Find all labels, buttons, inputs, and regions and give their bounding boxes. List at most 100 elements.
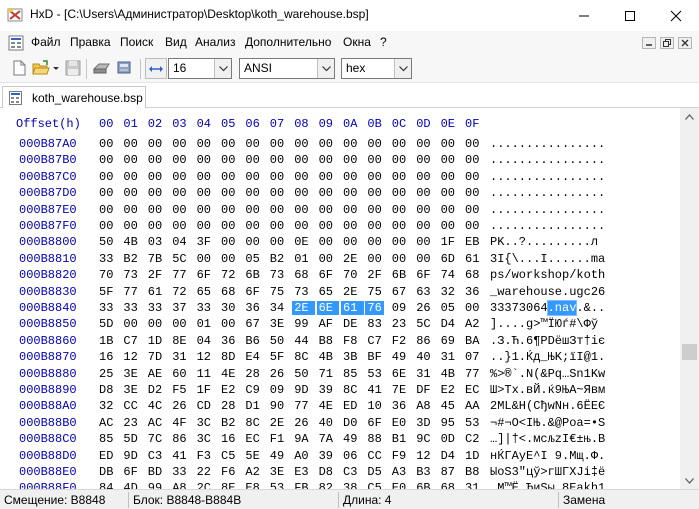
hex-byte[interactable]: C3 <box>343 465 357 479</box>
hex-row[interactable]: 000B8870 16 12 7D 31 12 8D E4 5F 8C 4B 3B BF 49 40 31 07… <box>0 350 680 366</box>
hex-byte[interactable]: E4 <box>245 350 259 364</box>
hex-byte[interactable]: 7D <box>148 350 162 364</box>
hex-byte[interactable]: BA <box>465 334 479 348</box>
hex-byte[interactable]: 4B <box>319 350 333 364</box>
hex-byte[interactable]: 31 <box>416 367 430 381</box>
hex-byte[interactable]: 8C <box>294 350 308 364</box>
hex-byte[interactable]: 95 <box>441 416 455 430</box>
hex-byte[interactable]: C5 <box>367 481 381 489</box>
hex-byte[interactable]: E8 <box>245 481 259 489</box>
hex-byte[interactable]: 3E <box>270 465 284 479</box>
hex-byte[interactable]: 12 <box>416 449 430 463</box>
hex-byte[interactable]: E3 <box>294 465 308 479</box>
ascii-text[interactable]: ................ <box>490 219 605 233</box>
hex-byte[interactable]: D4 <box>441 449 455 463</box>
hex-byte[interactable]: 00 <box>367 203 381 217</box>
hex-byte[interactable]: D8 <box>319 465 333 479</box>
hex-byte[interactable]: 00 <box>99 153 113 167</box>
hex-byte[interactable]: 8C <box>245 416 259 430</box>
hex-byte[interactable]: 00 <box>416 219 430 233</box>
hex-row[interactable]: 000B8860 1B C7 1D 8E 04 36 B6 50 44 B8 F8 C7 F2 86 69 BA… <box>0 334 680 350</box>
hex-byte[interactable]: 68 <box>465 268 479 282</box>
hex-byte[interactable]: 72 <box>221 268 235 282</box>
hex-byte[interactable]: 33 <box>172 465 186 479</box>
hex-byte[interactable]: 00 <box>123 153 137 167</box>
hex-byte[interactable]: 36 <box>221 334 235 348</box>
tab-koth-warehouse[interactable]: koth_warehouse.bsp <box>2 86 146 109</box>
hex-byte[interactable]: A2 <box>465 317 479 331</box>
hex-byte[interactable]: B3 <box>416 465 430 479</box>
hex-byte[interactable]: F1 <box>270 432 284 446</box>
hex-byte[interactable]: DF <box>416 383 430 397</box>
hex-byte[interactable]: EC <box>245 432 259 446</box>
hex-byte[interactable]: 33 <box>197 301 211 315</box>
hex-byte[interactable]: 00 <box>221 153 235 167</box>
hex-byte[interactable]: 00 <box>148 186 162 200</box>
ascii-text[interactable]: 3I{\...I......ma <box>490 252 605 266</box>
hex-byte[interactable]: 00 <box>367 137 381 151</box>
hex-byte[interactable]: 00 <box>172 170 186 184</box>
hex-byte[interactable]: 05 <box>245 252 259 266</box>
hex-byte[interactable]: 2E <box>292 301 315 315</box>
hex-byte[interactable]: 00 <box>343 137 357 151</box>
hex-byte[interactable]: 12 <box>197 350 211 364</box>
hex-byte[interactable]: 33 <box>99 252 113 266</box>
hex-byte[interactable]: 03 <box>148 235 162 249</box>
hex-byte[interactable]: 00 <box>392 219 406 233</box>
hex-byte[interactable]: E2 <box>221 383 235 397</box>
offset-base-select[interactable]: hex <box>341 58 412 79</box>
hex-byte[interactable]: 6D <box>441 252 455 266</box>
hex-byte[interactable]: 00 <box>465 219 479 233</box>
hex-byte[interactable]: 00 <box>197 170 211 184</box>
hex-byte[interactable]: 4E <box>319 399 333 413</box>
hex-byte[interactable]: 3C <box>197 432 211 446</box>
hex-byte[interactable]: 00 <box>367 219 381 233</box>
hex-byte[interactable]: 00 <box>294 137 308 151</box>
hex-byte[interactable]: D5 <box>367 465 381 479</box>
hex-byte[interactable]: F6 <box>221 465 235 479</box>
hex-byte[interactable]: B6 <box>245 334 259 348</box>
hex-byte[interactable]: E0 <box>392 416 406 430</box>
ascii-text[interactable]: 33373064.nav.&.. <box>490 300 605 316</box>
hex-byte[interactable]: C7 <box>123 334 137 348</box>
hex-byte[interactable]: 00 <box>245 203 259 217</box>
hex-row[interactable]: 000B8810 33 B2 7B 5C 00 00 05 B2 01 00 2E 00 00 00 6D 61… <box>0 252 680 268</box>
mdi-close-button[interactable] <box>678 37 692 49</box>
hex-byte[interactable]: 00 <box>123 170 137 184</box>
minimize-button[interactable] <box>561 0 607 31</box>
hex-byte[interactable]: 00 <box>270 186 284 200</box>
hex-row[interactable]: 000B8820 70 73 2F 77 6F 72 6B 73 68 6F 70 2F 6B 6F 74 68… <box>0 268 680 284</box>
mdi-minimize-button[interactable] <box>642 37 656 49</box>
hex-byte[interactable]: 75 <box>270 285 284 299</box>
hex-byte[interactable]: 50 <box>99 235 113 249</box>
hex-row[interactable]: 000B87C0 00 00 00 00 00 00 00 00 00 00 00 00 00 00 00 00… <box>0 170 680 186</box>
hex-byte[interactable]: 5C <box>172 252 186 266</box>
hex-byte[interactable]: 00 <box>441 170 455 184</box>
hex-byte[interactable]: ED <box>343 399 357 413</box>
hex-byte[interactable]: 00 <box>392 186 406 200</box>
open-folder-icon[interactable] <box>32 59 50 77</box>
hex-byte[interactable]: 2E <box>343 285 357 299</box>
menu-analysis[interactable]: Анализ <box>195 35 236 49</box>
hex-byte[interactable]: 61 <box>465 252 479 266</box>
menu-file[interactable]: Файл <box>31 35 61 49</box>
hex-byte[interactable]: 00 <box>392 137 406 151</box>
hex-byte[interactable]: 0E <box>294 235 308 249</box>
hex-byte[interactable]: 00 <box>294 153 308 167</box>
hex-byte[interactable]: 68 <box>294 268 308 282</box>
hex-byte[interactable]: E2 <box>441 383 455 397</box>
hex-byte[interactable]: 00 <box>416 186 430 200</box>
vertical-scrollbar[interactable] <box>680 108 699 489</box>
hex-byte[interactable]: 09 <box>392 301 406 315</box>
ascii-text[interactable]: 2МL&Н(СђwNн.6ЁEЄ <box>490 399 605 413</box>
ascii-text[interactable]: ps/workshop/koth <box>490 268 605 282</box>
hex-byte[interactable]: 00 <box>172 153 186 167</box>
hex-byte[interactable]: 00 <box>270 219 284 233</box>
hex-byte[interactable]: 00 <box>123 219 137 233</box>
hex-row[interactable]: 000B8840 33 33 33 37 33 30 36 34 2E 6E 61 76 09 26 05 00… <box>0 300 680 317</box>
hex-byte[interactable]: 00 <box>441 219 455 233</box>
hex-byte[interactable]: 99 <box>294 317 308 331</box>
hex-byte[interactable]: 00 <box>172 219 186 233</box>
ascii-text[interactable]: ................ <box>490 137 605 151</box>
hex-byte[interactable]: 4B <box>123 235 137 249</box>
